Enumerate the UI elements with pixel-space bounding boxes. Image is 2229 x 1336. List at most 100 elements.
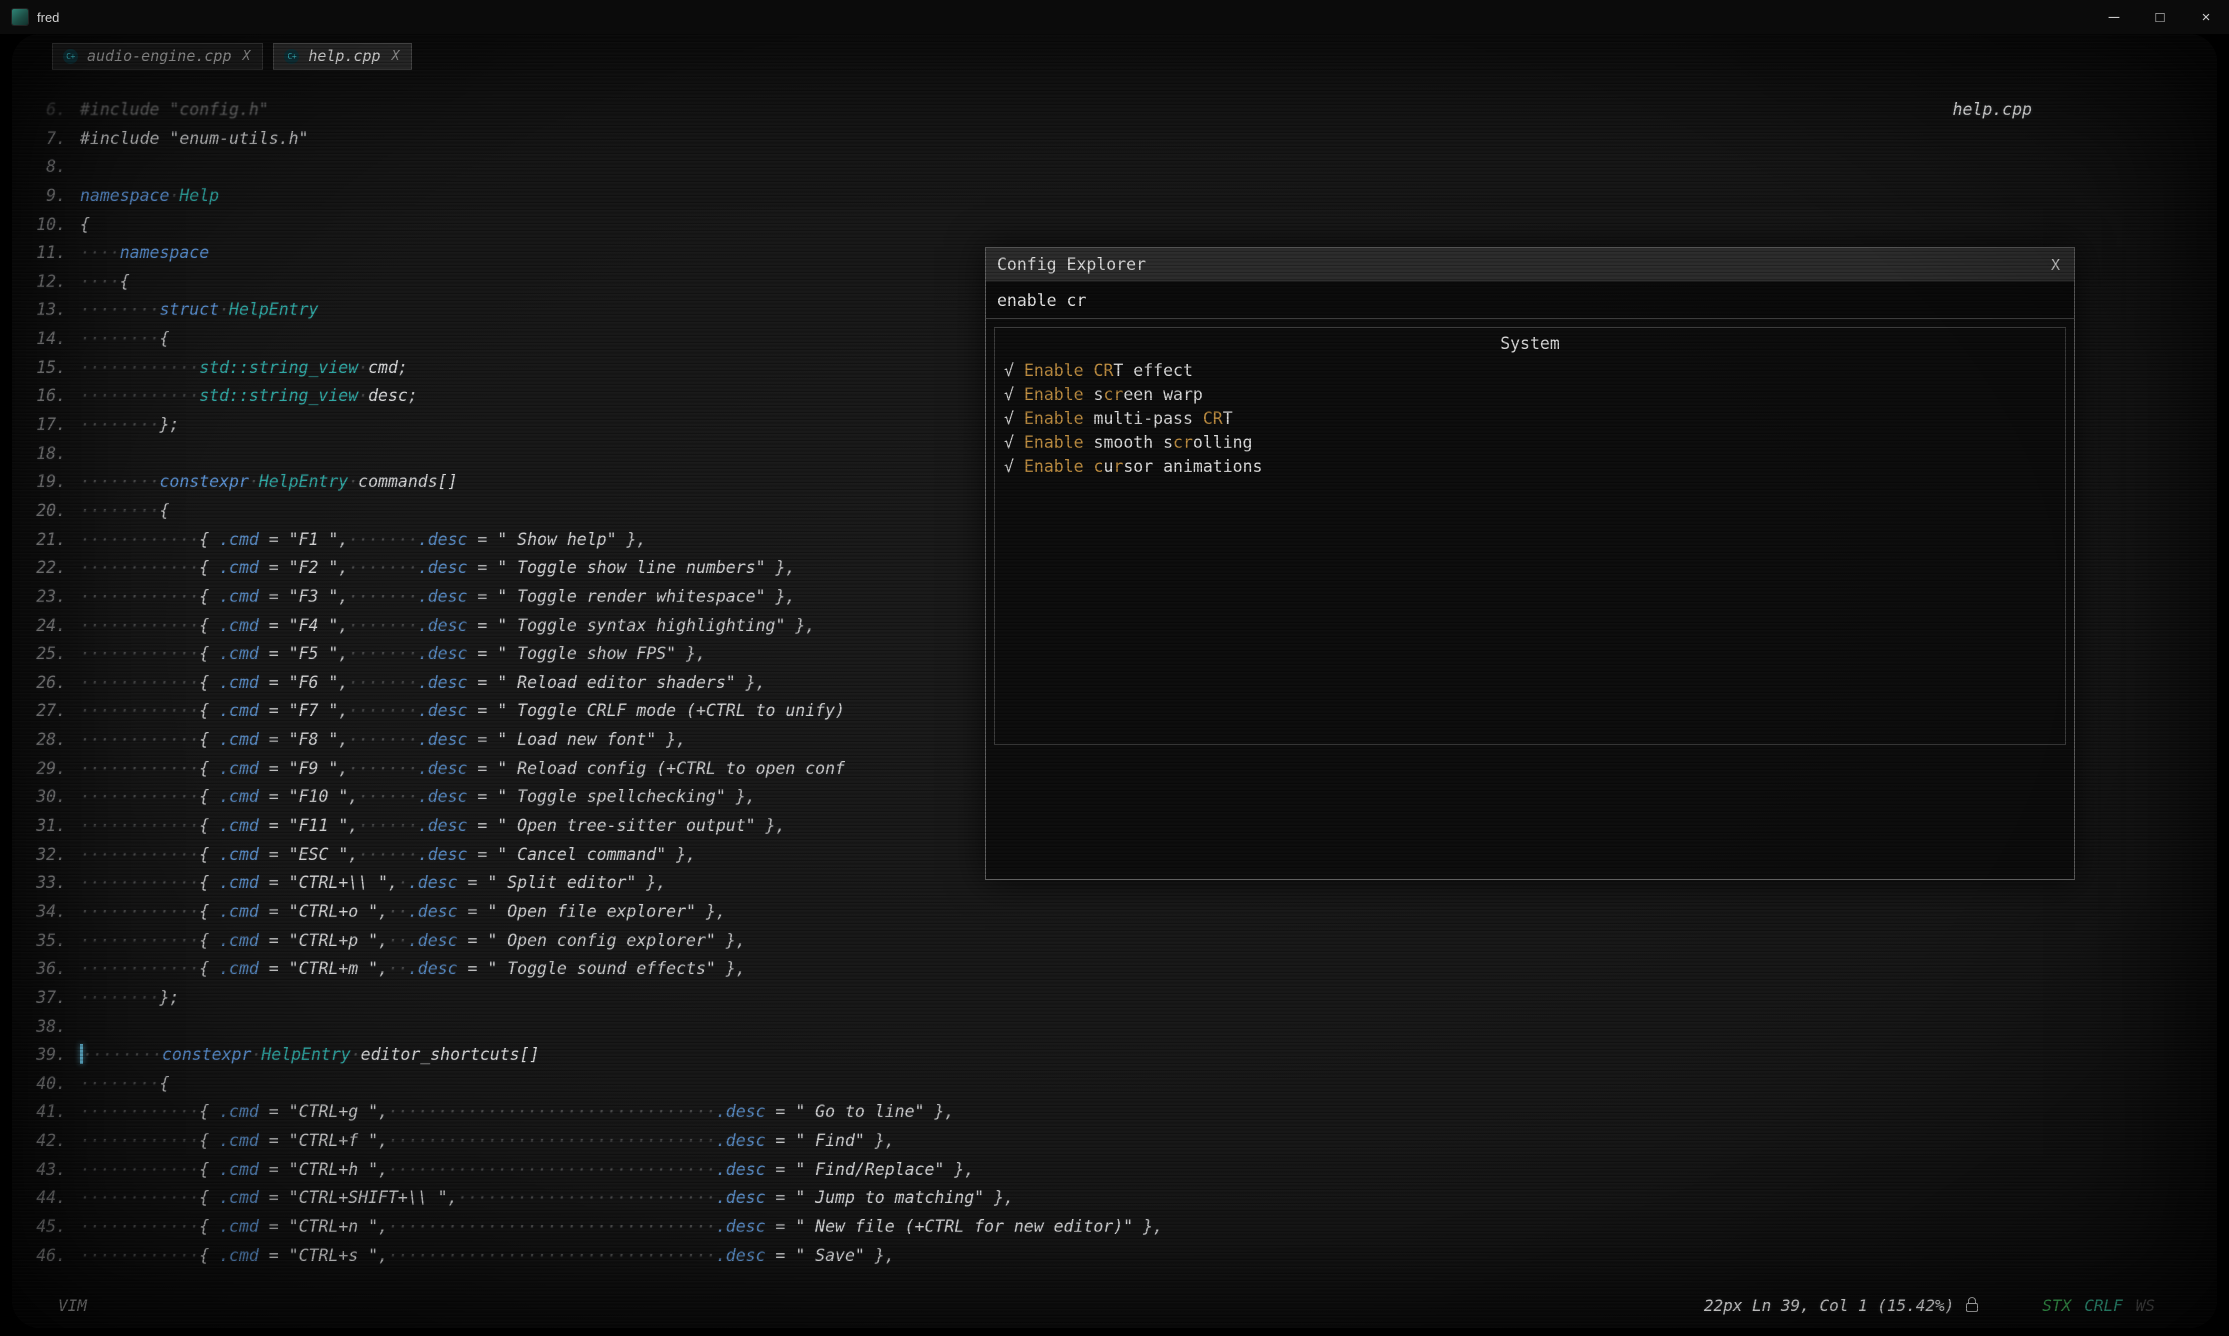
- minimize-button[interactable]: ─: [2091, 0, 2137, 34]
- line-number: 24.: [30, 612, 80, 641]
- checkbox-checked-icon: √: [1004, 359, 1024, 383]
- code-line[interactable]: 40.········{: [30, 1070, 2213, 1099]
- code-token: .desc: [408, 873, 458, 892]
- config-option-text: multi-pass: [1084, 409, 1203, 428]
- code-token: {: [199, 1188, 219, 1207]
- code-line[interactable]: 10.{: [30, 211, 2213, 240]
- tab-help-cpp[interactable]: C+help.cppX: [273, 43, 412, 70]
- config-option[interactable]: √Enable screen warp: [1004, 383, 2056, 407]
- code-token: ············: [80, 386, 199, 405]
- code-token: =: [259, 873, 289, 892]
- code-token: .desc: [418, 787, 468, 806]
- code-token: =: [259, 701, 289, 720]
- code-token: =: [766, 1217, 796, 1236]
- code-line[interactable]: 8.: [30, 153, 2213, 182]
- code-token: ········: [83, 1045, 162, 1064]
- code-token: .desc: [408, 902, 458, 921]
- config-option-text: Enable: [1024, 433, 1084, 452]
- line-number: 46.: [30, 1242, 80, 1271]
- code-token: {: [159, 1074, 169, 1093]
- code-token: "CTRL+p ": [289, 931, 378, 950]
- code-token: "CTRL+g ": [289, 1102, 378, 1121]
- code-token: =: [467, 701, 497, 720]
- config-option[interactable]: √Enable CRT effect: [1004, 359, 2056, 383]
- code-token: .cmd: [219, 845, 259, 864]
- code-token: .desc: [716, 1188, 766, 1207]
- code-line[interactable]: 39.········constexpr·HelpEntry·editor_sh…: [30, 1041, 2213, 1070]
- code-line[interactable]: 44.············{ .cmd = "CTRL+SHIFT+\\ "…: [30, 1184, 2213, 1213]
- tab-audio-engine-cpp[interactable]: C+audio-engine.cppX: [52, 43, 263, 70]
- code-line[interactable]: 41.············{ .cmd = "CTRL+g ",······…: [30, 1098, 2213, 1127]
- code-line[interactable]: 36.············{ .cmd = "CTRL+m ",··.des…: [30, 955, 2213, 984]
- line-number: 25.: [30, 640, 80, 669]
- code-line[interactable]: 6.#include "config.h": [30, 96, 2213, 125]
- code-line[interactable]: 42.············{ .cmd = "CTRL+f ",······…: [30, 1127, 2213, 1156]
- code-token: =: [259, 1160, 289, 1179]
- code-token: ············: [80, 1131, 199, 1150]
- close-button[interactable]: ×: [2183, 0, 2229, 34]
- config-option-label: Enable smooth scrolling: [1024, 431, 1253, 455]
- code-token: cmd: [368, 358, 398, 377]
- config-explorer-titlebar: Config Explorer X: [986, 248, 2074, 282]
- code-line[interactable]: 9.namespace·Help: [30, 182, 2213, 211]
- code-token: "F9 ": [289, 759, 339, 778]
- config-close-button[interactable]: X: [2051, 256, 2060, 274]
- status-right-group: 22px Ln 39, Col 1 (15.42%) STXCRLFWS: [1704, 1296, 2155, 1315]
- code-token: ·: [348, 472, 358, 491]
- config-option[interactable]: √Enable cursor animations: [1004, 455, 2056, 479]
- code-line[interactable]: 34.············{ .cmd = "CTRL+o ",··.des…: [30, 898, 2213, 927]
- line-number: 8.: [30, 153, 80, 182]
- tab-close-icon[interactable]: X: [392, 49, 400, 64]
- config-option-text: sor animations: [1123, 457, 1262, 476]
- code-token: =: [458, 959, 488, 978]
- code-token: ,: [378, 1131, 388, 1150]
- config-option-text: smooth s: [1084, 433, 1173, 452]
- code-token: =: [259, 616, 289, 635]
- code-token: ,: [338, 616, 348, 635]
- code-token: ············: [80, 787, 199, 806]
- code-line[interactable]: 43.············{ .cmd = "CTRL+h ",······…: [30, 1156, 2213, 1185]
- code-token: =: [259, 816, 289, 835]
- tab-label: help.cpp: [308, 47, 380, 65]
- config-option-text: Enable: [1024, 409, 1084, 428]
- line-number: 19.: [30, 468, 80, 497]
- code-token: =: [458, 931, 488, 950]
- code-token: editor_shortcuts[]: [361, 1045, 540, 1064]
- code-token: .cmd: [219, 616, 259, 635]
- code-token: .cmd: [219, 759, 259, 778]
- code-token: std::string_view: [199, 358, 358, 377]
- config-option-text: een warp: [1123, 385, 1202, 404]
- code-line[interactable]: 37.········};: [30, 984, 2213, 1013]
- code-line[interactable]: 45.············{ .cmd = "CTRL+n ",······…: [30, 1213, 2213, 1242]
- code-token: ············: [80, 644, 199, 663]
- code-token: {: [199, 587, 219, 606]
- code-line[interactable]: 38.: [30, 1013, 2213, 1042]
- config-search-input[interactable]: [997, 291, 2063, 310]
- code-token: =: [467, 816, 497, 835]
- code-token: {: [199, 787, 219, 806]
- code-token: HelpEntry: [229, 300, 318, 319]
- code-line[interactable]: 46.············{ .cmd = "CTRL+s ",······…: [30, 1242, 2213, 1271]
- code-token: ············: [80, 1102, 199, 1121]
- code-token: .desc: [716, 1131, 766, 1150]
- code-line[interactable]: 35.············{ .cmd = "CTRL+p ",··.des…: [30, 927, 2213, 956]
- tab-close-icon[interactable]: X: [243, 49, 251, 64]
- line-content: #include "config.h": [80, 96, 269, 125]
- code-token: =: [259, 787, 289, 806]
- lock-icon: [1966, 1303, 1978, 1312]
- code-token: ·······: [348, 759, 418, 778]
- code-line[interactable]: 7.#include "enum-utils.h": [30, 125, 2213, 154]
- maximize-button[interactable]: □: [2137, 0, 2183, 34]
- code-token: HelpEntry: [259, 472, 348, 491]
- code-token: .cmd: [219, 558, 259, 577]
- line-content: ············{ .cmd = "CTRL+f ",·········…: [80, 1127, 895, 1156]
- line-number: 31.: [30, 812, 80, 841]
- code-token: ,: [338, 701, 348, 720]
- code-token: ,: [338, 759, 348, 778]
- config-option[interactable]: √Enable multi-pass CRT: [1004, 407, 2056, 431]
- code-token: ············: [80, 1160, 199, 1179]
- code-token: {: [80, 215, 90, 234]
- code-token: ············: [80, 902, 199, 921]
- line-content: ········};: [80, 984, 179, 1013]
- config-option[interactable]: √Enable smooth scrolling: [1004, 431, 2056, 455]
